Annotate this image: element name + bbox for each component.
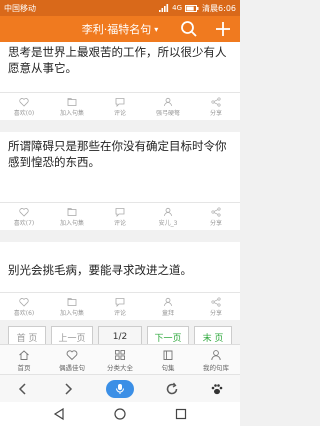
share-button[interactable]: 分享 [192, 94, 240, 120]
add-to-collection-button[interactable]: 加入句集 [48, 204, 96, 230]
quote-actions: 喜欢(6) 加入句集 评论 童拜 分享 [0, 294, 240, 320]
folder-icon [67, 298, 77, 306]
comment-button[interactable]: 评论 [96, 204, 144, 230]
quote-text[interactable]: 别光会挑毛病，要能寻求改进之道。 [8, 262, 232, 278]
like-button[interactable]: 喜欢(7) [0, 204, 48, 230]
comment-button[interactable]: 评论 [96, 294, 144, 320]
author-button[interactable]: 强弓硬弩 [144, 94, 192, 120]
battery-icon [185, 4, 199, 12]
time-label: 清晨6:06 [202, 3, 236, 13]
home-icon [19, 349, 29, 360]
comment-icon [115, 98, 125, 107]
user-icon [164, 97, 172, 107]
share-icon [211, 97, 221, 107]
tab-random-quote[interactable]: 偶遇佳句 [48, 345, 96, 375]
refresh-icon[interactable] [165, 382, 179, 396]
like-button[interactable]: 喜欢(6) [0, 294, 48, 320]
network-label: 4G [172, 4, 183, 12]
comment-button[interactable]: 评论 [96, 94, 144, 120]
quote-text[interactable]: 思考是世界上最艰苦的工作，所以很少有人愿意从事它。 [8, 44, 232, 76]
like-button[interactable]: 喜欢(0) [0, 94, 48, 120]
share-button[interactable]: 分享 [192, 204, 240, 230]
quote-actions: 喜欢(7) 加入句集 评论 安儿_3 分享 [0, 204, 240, 230]
divider [0, 202, 240, 203]
heart-icon [19, 98, 29, 107]
tab-collections[interactable]: 句集 [144, 345, 192, 375]
app-header: 李利·福特名句 ▾ [0, 16, 240, 42]
microphone-icon [115, 384, 124, 394]
heart-icon [19, 208, 29, 217]
divider [0, 92, 240, 93]
book-icon [163, 350, 173, 360]
forward-arrow-icon[interactable] [61, 382, 75, 396]
quote-actions: 喜欢(0) 加入句集 评论 强弓硬弩 分享 [0, 94, 240, 120]
heart-icon [66, 349, 78, 360]
add-to-collection-button[interactable]: 加入句集 [48, 94, 96, 120]
tab-categories[interactable]: 分类大全 [96, 345, 144, 375]
voice-search-button[interactable] [105, 380, 134, 398]
add-icon[interactable] [214, 20, 232, 38]
nav-back-icon[interactable] [52, 407, 66, 421]
quote-card: 别光会挑毛病，要能寻求改进之道。 喜欢(6) 加入句集 评论 童拜 分享 [0, 242, 240, 320]
quote-card: 思考是世界上最艰苦的工作，所以很少有人愿意从事它。 喜欢(0) 加入句集 评论 … [0, 42, 240, 120]
heart-icon [19, 298, 29, 307]
page-title: 李利·福特名句 [81, 23, 152, 36]
comment-icon [115, 208, 125, 217]
nav-recents-icon[interactable] [174, 407, 188, 421]
quote-card: 所谓障碍只是那些在你没有确定目标时令你感到惶恐的东西。 喜欢(7) 加入句集 评… [0, 132, 240, 230]
paw-icon[interactable] [210, 382, 224, 396]
folder-icon [67, 98, 77, 106]
tab-home[interactable]: 首页 [0, 345, 48, 375]
search-icon[interactable] [180, 20, 198, 38]
author-button[interactable]: 童拜 [144, 294, 192, 320]
user-icon [164, 297, 172, 307]
nav-home-icon[interactable] [113, 407, 127, 421]
signal-icon [159, 4, 169, 12]
tab-my-library[interactable]: 我的句库 [192, 345, 240, 375]
browser-toolbar [0, 374, 240, 403]
person-icon [211, 349, 221, 360]
add-to-collection-button[interactable]: 加入句集 [48, 294, 96, 320]
folder-icon [67, 208, 77, 216]
share-icon [211, 207, 221, 217]
status-bar: 中国移动 4G 清晨6:06 [0, 0, 240, 16]
grid-icon [115, 349, 125, 360]
back-arrow-icon[interactable] [16, 382, 30, 396]
author-selector[interactable]: 李利·福特名句 ▾ [0, 16, 240, 42]
bottom-tab-bar: 首页 偶遇佳句 分类大全 句集 我的句库 [0, 344, 240, 375]
author-button[interactable]: 安儿_3 [144, 204, 192, 230]
divider [0, 292, 240, 293]
carrier-label: 中国移动 [4, 3, 36, 13]
share-button[interactable]: 分享 [192, 294, 240, 320]
comment-icon [115, 298, 125, 307]
share-icon [211, 297, 221, 307]
system-nav-bar [0, 402, 240, 426]
user-icon [164, 207, 172, 217]
quote-text[interactable]: 所谓障碍只是那些在你没有确定目标时令你感到惶恐的东西。 [8, 138, 232, 170]
chevron-down-icon: ▾ [154, 24, 159, 34]
